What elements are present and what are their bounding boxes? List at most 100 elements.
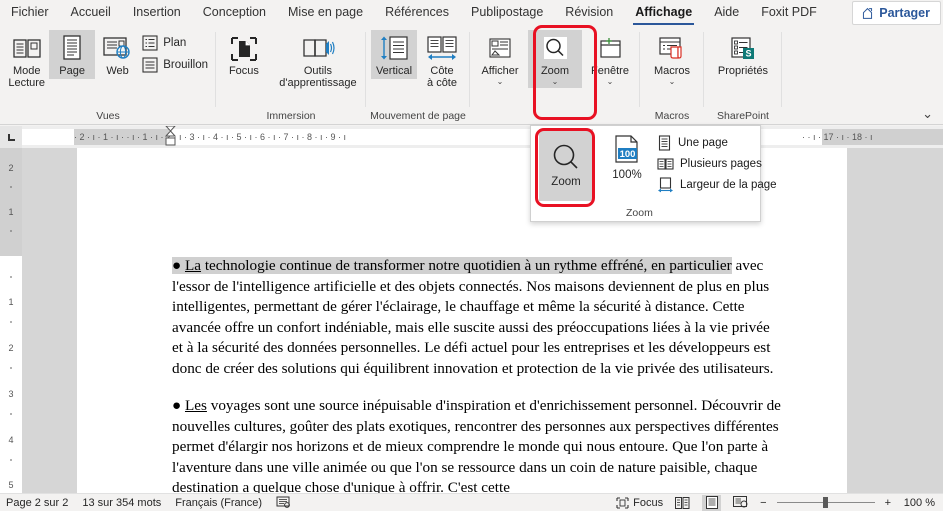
tab-affichage[interactable]: Affichage	[624, 1, 703, 25]
ribbon-button-label: Macros	[653, 65, 691, 77]
ribbon-button-proprietes[interactable]: S Propriétés	[708, 30, 778, 79]
horizontal-ruler[interactable]: · 2 · ı · 1 · ı · · ı · 1 · ı · 2 · ı · …	[0, 126, 943, 148]
chevron-down-icon[interactable]: ⌄	[669, 78, 676, 86]
ribbon-button-macros[interactable]: Macros ⌄	[644, 30, 700, 88]
word-count[interactable]: 13 sur 354 mots	[82, 497, 161, 509]
ribbon-button-focus[interactable]: Focus	[220, 30, 268, 79]
dropdown-item-une-page[interactable]: Une page	[657, 132, 777, 153]
ribbon-button-cote-a-cote[interactable]: Côte à côte	[419, 30, 465, 91]
page-indicator[interactable]: Page 2 sur 2	[6, 497, 68, 509]
tab-accueil[interactable]: Accueil	[60, 1, 122, 25]
tab-foxit-pdf[interactable]: Foxit PDF	[750, 1, 828, 25]
share-button[interactable]: Partager	[852, 1, 941, 25]
tab-conception[interactable]: Conception	[192, 1, 277, 25]
ribbon-button-label: Brouillon	[163, 59, 209, 71]
zoom-out-button[interactable]: −	[760, 497, 766, 509]
ruler-track: · 2 · ı · 1 · ı · · ı · 1 · ı · 2 · ı · …	[22, 126, 943, 148]
tab-insertion[interactable]: Insertion	[122, 1, 192, 25]
ribbon-group-sharepoint: S Propriétés SharePoint	[704, 26, 782, 125]
ribbon-collapse-icon[interactable]: ⌄	[922, 107, 933, 120]
tab-label: Aide	[714, 5, 740, 19]
draft-icon	[142, 57, 158, 73]
ribbon-button-brouillon[interactable]: Brouillon	[140, 56, 212, 74]
ribbon-button-label: Côte à côte	[427, 65, 457, 89]
ribbon-button-label: Focus	[228, 65, 259, 77]
ribbon-tab-bar: Fichier Accueil Insertion Conception Mis…	[0, 0, 943, 26]
tab-references[interactable]: Références	[374, 1, 460, 25]
tab-stop-selector[interactable]	[0, 126, 22, 148]
dropdown-item-largeur-de-la-page[interactable]: Largeur de la page	[657, 174, 777, 195]
paragraph-1[interactable]: ● La technologie continue de transformer…	[172, 256, 782, 379]
tab-label: Mise en page	[288, 5, 364, 19]
ribbon-group-macros: Macros ⌄ Macros	[640, 26, 704, 125]
ribbon-button-vertical[interactable]: Vertical	[371, 30, 417, 79]
zoom-level-label[interactable]: 100 %	[901, 497, 935, 509]
ribbon-button-plan[interactable]: Plan	[140, 34, 212, 52]
status-bar-left: Page 2 sur 2 13 sur 354 mots Français (F…	[0, 496, 291, 509]
document-canvas[interactable]: ● La technologie continue de transformer…	[22, 148, 943, 493]
outline-icon	[142, 35, 158, 51]
paragraph-text: voyages sont une source inépuisable d'in…	[172, 397, 781, 493]
proofing-icon[interactable]	[276, 496, 291, 509]
ribbon-button-fenetre[interactable]: Fenêtre ⌄	[584, 30, 636, 88]
ribbon-button-mode-lecture[interactable]: Mode Lecture	[4, 30, 49, 91]
word-window: Fichier Accueil Insertion Conception Mis…	[0, 0, 943, 511]
zoom-slider-thumb[interactable]	[822, 497, 828, 508]
ribbon-button-label: Page	[59, 65, 85, 77]
zoom-magnifier-icon	[540, 33, 570, 65]
dropdown-percent-label: 100%	[612, 169, 642, 181]
document-body[interactable]: ● La technologie continue de transformer…	[172, 256, 782, 493]
tab-publipostage[interactable]: Publipostage	[460, 1, 554, 25]
status-bar: Page 2 sur 2 13 sur 354 mots Français (F…	[0, 493, 943, 511]
indent-marker[interactable]	[165, 126, 176, 148]
dropdown-item-label: Plusieurs pages	[680, 157, 762, 170]
show-icon	[486, 33, 514, 65]
focus-icon	[229, 33, 259, 65]
ribbon-group-label	[474, 110, 636, 125]
multiple-pages-icon	[657, 156, 674, 172]
view-read-mode-button[interactable]	[673, 495, 692, 511]
ribbon-button-page[interactable]: Page	[49, 30, 95, 79]
dropdown-zoom-button[interactable]: Zoom	[539, 129, 593, 201]
chevron-down-icon[interactable]: ⌄	[607, 78, 614, 86]
view-web-layout-button[interactable]	[731, 495, 750, 511]
zoom-magnifier-icon	[549, 142, 583, 174]
vertical-ruler[interactable]: 2 1 1 2 3 4 5 6	[0, 148, 22, 493]
ribbon-button-label: Afficher	[481, 65, 519, 77]
vruler-minor-ticks	[10, 186, 12, 461]
tab-label: Révision	[565, 5, 614, 19]
dropdown-item-plusieurs-pages[interactable]: Plusieurs pages	[657, 153, 777, 174]
zoom-slider[interactable]	[776, 496, 875, 510]
ribbon-group-label: SharePoint	[717, 110, 769, 122]
ribbon-button-web[interactable]: Web	[95, 30, 140, 79]
tab-mise-en-page[interactable]: Mise en page	[277, 1, 374, 25]
dropdown-item-label: Largeur de la page	[680, 178, 777, 191]
tab-fichier[interactable]: Fichier	[0, 1, 60, 25]
ribbon-button-outils-apprentissage[interactable]: Outils d'apprentissage	[274, 30, 362, 91]
chevron-down-icon[interactable]: ⌄	[552, 78, 559, 86]
ribbon-group-label: Macros	[654, 110, 690, 122]
paragraph-lead-word: La	[184, 257, 202, 274]
dropdown-item-list: Une page Plusieurs pages Largeur de la p…	[657, 132, 777, 195]
zoom-in-button[interactable]: +	[885, 497, 891, 509]
read-mode-icon	[12, 33, 42, 65]
ribbon-button-label: Mode Lecture	[8, 65, 46, 89]
dropdown-100-percent-button[interactable]: 100 100%	[601, 129, 653, 201]
ribbon-group-vues: Mode Lecture Page Web Plan Brouillon Vue…	[0, 26, 216, 125]
tab-label: Publipostage	[471, 5, 544, 19]
tab-aide[interactable]: Aide	[703, 1, 750, 25]
view-print-layout-button[interactable]	[702, 494, 722, 511]
ribbon-group-label: Mouvement de page	[370, 110, 466, 122]
paragraph-lead-word: Les	[184, 397, 207, 414]
paragraph-2[interactable]: ● Les voyages sont une source inépuisabl…	[172, 396, 782, 493]
focus-status-button[interactable]: Focus	[616, 497, 663, 509]
language-indicator[interactable]: Français (France)	[175, 497, 262, 509]
chevron-down-icon[interactable]: ⌄	[497, 78, 504, 86]
ribbon-button-label: Fenêtre	[591, 65, 629, 77]
ribbon-button-zoom[interactable]: Zoom ⌄	[528, 30, 582, 88]
tab-revision[interactable]: Révision	[554, 1, 624, 25]
macros-icon	[657, 33, 687, 65]
ribbon-group-label: Immersion	[266, 110, 316, 122]
ribbon-button-afficher[interactable]: Afficher ⌄	[474, 30, 526, 88]
ribbon-group-immersion: Focus Outils d'apprentissage Immersion	[216, 26, 366, 125]
